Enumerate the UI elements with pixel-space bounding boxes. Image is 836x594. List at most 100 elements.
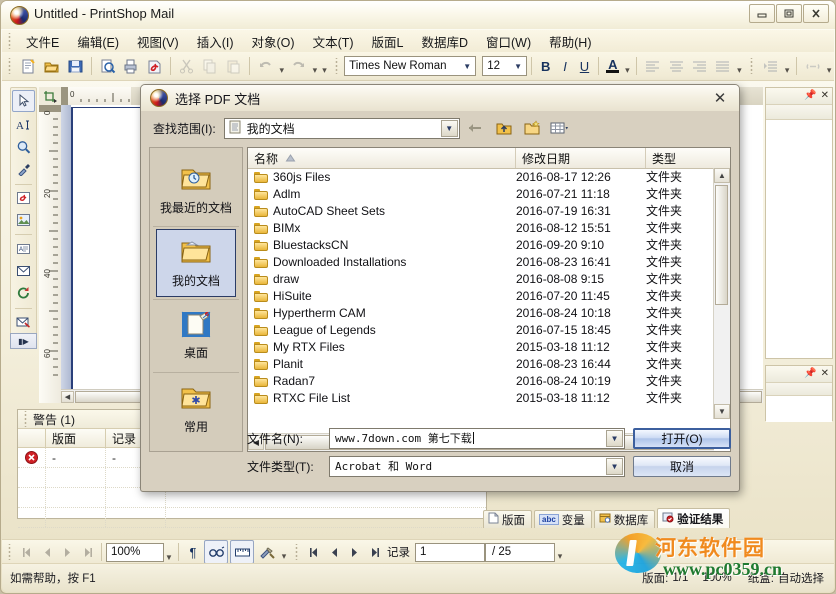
menu-item-view[interactable]: 视图(V) — [128, 30, 188, 53]
font-color-dropdown-icon[interactable]: ▾ — [623, 56, 633, 76]
tools-icon[interactable] — [256, 541, 278, 563]
refresh-icon[interactable] — [13, 283, 34, 303]
zoom-tool-icon[interactable] — [13, 137, 34, 157]
menu-item-edit[interactable]: 编辑(E) — [68, 30, 128, 53]
cancel-button[interactable]: 取消 — [633, 455, 731, 477]
place-favorites[interactable]: 常用 — [156, 375, 236, 443]
vertical-ruler[interactable]: 0 20 40 60 — [39, 105, 62, 403]
file-name-input[interactable]: www.7down.com 第七下载 ▼ — [329, 427, 625, 449]
measure-ruler-icon[interactable] — [230, 540, 254, 564]
indent-icon[interactable] — [760, 55, 781, 77]
column-header-name[interactable]: 名称 — [248, 148, 516, 168]
open-document-icon[interactable] — [41, 55, 62, 77]
file-list-vertical-scrollbar[interactable]: ▲ ▼ — [713, 168, 730, 419]
underline-button[interactable]: U — [575, 56, 594, 76]
menu-grip[interactable] — [7, 33, 14, 49]
insert-image-icon[interactable] — [13, 210, 34, 230]
menu-item-layout[interactable]: 版面L — [363, 30, 413, 53]
redo-icon[interactable] — [288, 55, 309, 77]
list-item[interactable]: HiSuite 2016-07-20 11:45 文件夹 — [248, 287, 714, 304]
dialog-close-button[interactable]: ✕ — [711, 89, 729, 107]
font-size-combo[interactable]: 12 ▼ — [482, 56, 528, 76]
link-overflow-icon[interactable]: ▾ — [824, 56, 834, 76]
look-in-combo[interactable]: 我的文档 ▼ — [223, 117, 460, 139]
pin-icon[interactable]: 📌 — [804, 369, 816, 379]
eyedropper-tool-icon[interactable] — [13, 159, 34, 179]
open-button[interactable]: 打开(O) — [633, 427, 731, 449]
chevron-down-icon[interactable]: ▼ — [606, 457, 623, 475]
preview-glasses-icon[interactable] — [204, 540, 228, 564]
maximize-button[interactable] — [776, 4, 802, 23]
ruler-origin-button[interactable] — [39, 87, 62, 106]
right-panel-top-body[interactable] — [766, 120, 832, 358]
record-nav-grip[interactable] — [294, 544, 301, 560]
next-page-button[interactable] — [57, 543, 77, 562]
toolbar-overflow-icon[interactable]: ▾ — [320, 56, 330, 76]
insert-envelope-icon[interactable] — [13, 261, 34, 281]
zoom-combo[interactable]: 100% — [106, 542, 164, 562]
menu-item-file[interactable]: 文件E — [17, 30, 68, 53]
link-icon[interactable] — [802, 55, 823, 77]
minimize-button[interactable] — [749, 4, 775, 23]
last-record-button[interactable] — [364, 543, 384, 562]
menu-item-insert[interactable]: 插入(I) — [188, 30, 243, 53]
paste-icon[interactable] — [222, 55, 243, 77]
pdf-export-icon[interactable] — [143, 55, 164, 77]
extra-toolbar-grip[interactable] — [749, 58, 756, 74]
tab-database[interactable]: 数据库 — [593, 510, 656, 528]
list-item[interactable]: AutoCAD Sheet Sets 2016-07-19 16:31 文件夹 — [248, 202, 714, 219]
insert-pdf-icon[interactable] — [13, 188, 34, 208]
back-button[interactable] — [464, 117, 488, 139]
first-page-button[interactable] — [17, 543, 37, 562]
tab-variables[interactable]: abc 变量 — [534, 510, 592, 528]
file-type-combo[interactable]: Acrobat 和 Word ▼ — [329, 455, 625, 477]
close-icon[interactable]: ✕ — [821, 369, 829, 379]
first-record-button[interactable] — [304, 543, 324, 562]
list-item[interactable]: BIMx 2016-08-12 15:51 文件夹 — [248, 219, 714, 236]
menu-item-help[interactable]: 帮助(H) — [540, 30, 600, 53]
table-row-empty[interactable] — [18, 508, 486, 528]
tab-layout[interactable]: 版面 — [483, 510, 532, 528]
right-panel-bottom-body[interactable] — [766, 396, 832, 422]
warnings-col-layout[interactable]: 版面 — [46, 429, 106, 447]
align-overflow-icon[interactable]: ▾ — [735, 56, 745, 76]
list-item[interactable]: draw 2016-08-08 9:15 文件夹 — [248, 270, 714, 287]
menu-item-object[interactable]: 对象(O) — [243, 30, 304, 53]
bottom-toolbar-overflow-icon[interactable]: ▾ — [279, 542, 289, 562]
close-icon[interactable]: ✕ — [821, 91, 829, 101]
bottom-toolbar-grip[interactable] — [7, 544, 14, 560]
close-button[interactable] — [803, 4, 829, 23]
views-button[interactable] — [548, 117, 572, 139]
column-header-date[interactable]: 修改日期 — [516, 148, 646, 168]
warnings-panel-grip[interactable] — [23, 411, 30, 427]
menu-item-database[interactable]: 数据库D — [412, 30, 477, 53]
last-page-button[interactable] — [77, 543, 97, 562]
align-left-icon[interactable] — [642, 55, 663, 77]
left-tools-expand-button[interactable]: ▮▶ — [10, 333, 37, 349]
insert-address-block-icon[interactable]: A — [13, 238, 34, 258]
align-center-icon[interactable] — [666, 55, 687, 77]
chevron-down-icon[interactable]: ▼ — [461, 62, 473, 71]
list-item[interactable]: BluestacksCN 2016-09-20 9:10 文件夹 — [248, 236, 714, 253]
italic-button[interactable]: I — [555, 56, 574, 76]
new-document-icon[interactable] — [18, 55, 39, 77]
align-right-icon[interactable] — [689, 55, 710, 77]
column-header-type[interactable]: 类型 — [646, 148, 710, 168]
list-item[interactable]: Planit 2016-08-23 16:44 文件夹 — [248, 355, 714, 372]
chevron-down-icon[interactable]: ▼ — [512, 62, 524, 71]
undo-icon[interactable] — [255, 55, 276, 77]
bold-button[interactable]: B — [536, 56, 555, 76]
list-item[interactable]: RTXC File List 2015-03-18 11:12 文件夹 — [248, 389, 714, 406]
text-tool-icon[interactable]: A — [13, 114, 34, 134]
vscroll-thumb[interactable] — [715, 185, 728, 305]
list-item[interactable]: 360js Files 2016-08-17 12:26 文件夹 — [248, 168, 714, 185]
undo-dropdown-icon[interactable]: ▾ — [277, 56, 287, 76]
record-number-input[interactable]: 1 — [415, 542, 485, 562]
file-list-rows[interactable]: 360js Files 2016-08-17 12:26 文件夹 Adlm 20… — [248, 168, 714, 419]
next-record-button[interactable] — [344, 543, 364, 562]
font-color-button[interactable]: A — [603, 56, 622, 76]
mail-merge-icon[interactable] — [13, 312, 34, 332]
chevron-down-icon[interactable]: ▼ — [440, 119, 458, 137]
zoom-dropdown-icon[interactable]: ▼ — [164, 542, 174, 562]
record-nav-overflow-icon[interactable]: ▾ — [555, 542, 565, 562]
